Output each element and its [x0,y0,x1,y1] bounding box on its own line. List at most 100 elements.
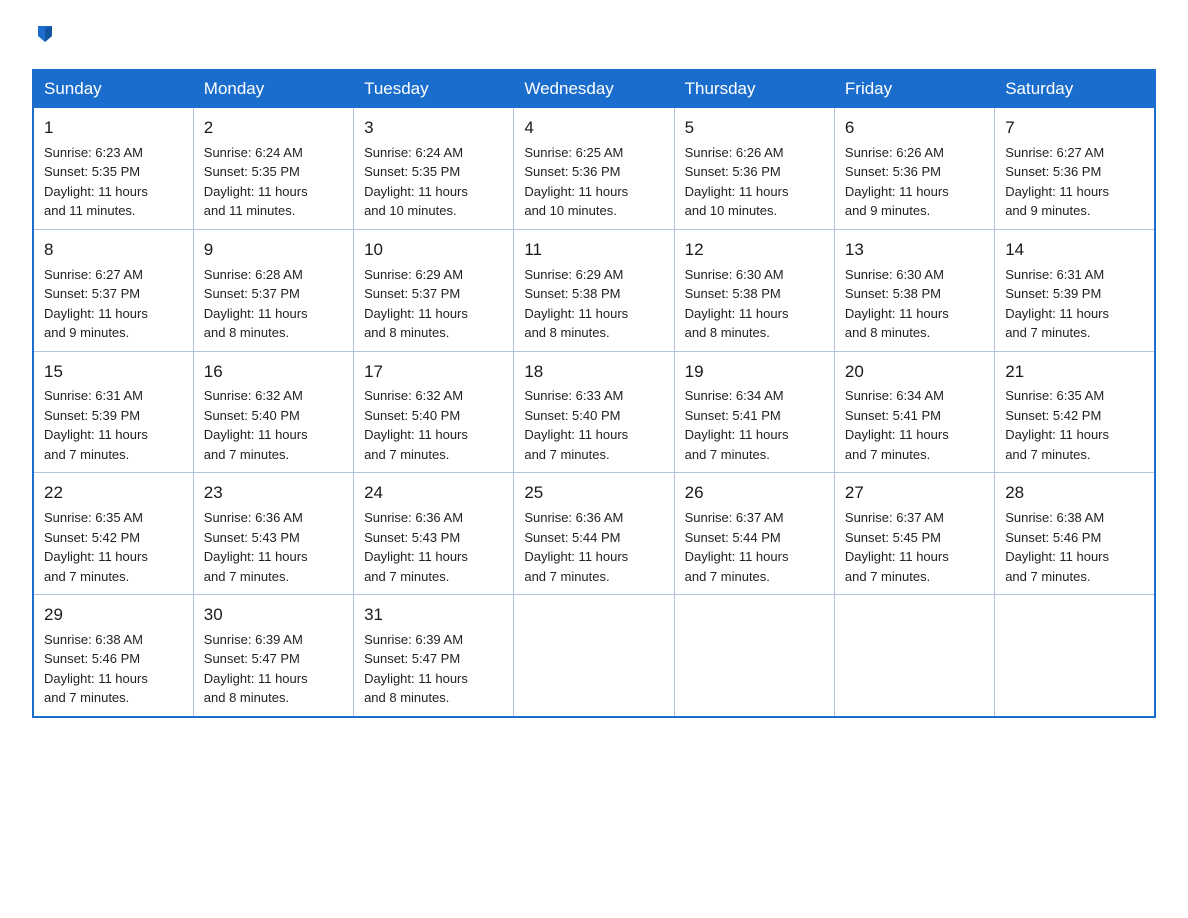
calendar-cell: 11 Sunrise: 6:29 AMSunset: 5:38 PMDaylig… [514,229,674,351]
day-info: Sunrise: 6:38 AMSunset: 5:46 PMDaylight:… [1005,510,1109,584]
calendar-cell: 7 Sunrise: 6:27 AMSunset: 5:36 PMDayligh… [995,108,1155,230]
calendar-cell: 26 Sunrise: 6:37 AMSunset: 5:44 PMDaylig… [674,473,834,595]
calendar-cell: 13 Sunrise: 6:30 AMSunset: 5:38 PMDaylig… [834,229,994,351]
day-number: 18 [524,360,663,384]
day-info: Sunrise: 6:37 AMSunset: 5:45 PMDaylight:… [845,510,949,584]
day-number: 24 [364,481,503,505]
day-number: 9 [204,238,343,262]
day-info: Sunrise: 6:32 AMSunset: 5:40 PMDaylight:… [204,388,308,462]
day-info: Sunrise: 6:29 AMSunset: 5:37 PMDaylight:… [364,267,468,341]
calendar-table: SundayMondayTuesdayWednesdayThursdayFrid… [32,69,1156,718]
day-info: Sunrise: 6:29 AMSunset: 5:38 PMDaylight:… [524,267,628,341]
day-number: 21 [1005,360,1144,384]
day-info: Sunrise: 6:34 AMSunset: 5:41 PMDaylight:… [685,388,789,462]
day-number: 15 [44,360,183,384]
calendar-cell: 6 Sunrise: 6:26 AMSunset: 5:36 PMDayligh… [834,108,994,230]
page-header [32,24,1156,51]
day-number: 20 [845,360,984,384]
calendar-cell: 22 Sunrise: 6:35 AMSunset: 5:42 PMDaylig… [33,473,193,595]
day-number: 31 [364,603,503,627]
calendar-cell: 2 Sunrise: 6:24 AMSunset: 5:35 PMDayligh… [193,108,353,230]
day-number: 26 [685,481,824,505]
day-info: Sunrise: 6:31 AMSunset: 5:39 PMDaylight:… [1005,267,1109,341]
calendar-cell: 1 Sunrise: 6:23 AMSunset: 5:35 PMDayligh… [33,108,193,230]
weekday-header-wednesday: Wednesday [514,70,674,108]
weekday-header-saturday: Saturday [995,70,1155,108]
calendar-cell: 10 Sunrise: 6:29 AMSunset: 5:37 PMDaylig… [354,229,514,351]
calendar-cell: 19 Sunrise: 6:34 AMSunset: 5:41 PMDaylig… [674,351,834,473]
calendar-cell: 25 Sunrise: 6:36 AMSunset: 5:44 PMDaylig… [514,473,674,595]
calendar-cell: 31 Sunrise: 6:39 AMSunset: 5:47 PMDaylig… [354,595,514,717]
day-info: Sunrise: 6:34 AMSunset: 5:41 PMDaylight:… [845,388,949,462]
calendar-cell: 30 Sunrise: 6:39 AMSunset: 5:47 PMDaylig… [193,595,353,717]
day-number: 22 [44,481,183,505]
calendar-cell: 5 Sunrise: 6:26 AMSunset: 5:36 PMDayligh… [674,108,834,230]
day-info: Sunrise: 6:38 AMSunset: 5:46 PMDaylight:… [44,632,148,706]
day-info: Sunrise: 6:27 AMSunset: 5:36 PMDaylight:… [1005,145,1109,219]
day-info: Sunrise: 6:35 AMSunset: 5:42 PMDaylight:… [44,510,148,584]
weekday-header-sunday: Sunday [33,70,193,108]
week-row-5: 29 Sunrise: 6:38 AMSunset: 5:46 PMDaylig… [33,595,1155,717]
day-info: Sunrise: 6:26 AMSunset: 5:36 PMDaylight:… [685,145,789,219]
calendar-cell [834,595,994,717]
calendar-cell: 23 Sunrise: 6:36 AMSunset: 5:43 PMDaylig… [193,473,353,595]
calendar-cell [995,595,1155,717]
calendar-cell: 15 Sunrise: 6:31 AMSunset: 5:39 PMDaylig… [33,351,193,473]
day-info: Sunrise: 6:33 AMSunset: 5:40 PMDaylight:… [524,388,628,462]
day-number: 3 [364,116,503,140]
calendar-cell: 29 Sunrise: 6:38 AMSunset: 5:46 PMDaylig… [33,595,193,717]
weekday-header-row: SundayMondayTuesdayWednesdayThursdayFrid… [33,70,1155,108]
day-number: 25 [524,481,663,505]
day-number: 28 [1005,481,1144,505]
logo-area [32,24,58,51]
day-number: 5 [685,116,824,140]
calendar-cell: 28 Sunrise: 6:38 AMSunset: 5:46 PMDaylig… [995,473,1155,595]
week-row-3: 15 Sunrise: 6:31 AMSunset: 5:39 PMDaylig… [33,351,1155,473]
day-info: Sunrise: 6:31 AMSunset: 5:39 PMDaylight:… [44,388,148,462]
day-number: 27 [845,481,984,505]
day-info: Sunrise: 6:36 AMSunset: 5:44 PMDaylight:… [524,510,628,584]
day-info: Sunrise: 6:28 AMSunset: 5:37 PMDaylight:… [204,267,308,341]
calendar-cell: 18 Sunrise: 6:33 AMSunset: 5:40 PMDaylig… [514,351,674,473]
calendar-cell: 21 Sunrise: 6:35 AMSunset: 5:42 PMDaylig… [995,351,1155,473]
day-info: Sunrise: 6:36 AMSunset: 5:43 PMDaylight:… [364,510,468,584]
day-info: Sunrise: 6:24 AMSunset: 5:35 PMDaylight:… [364,145,468,219]
weekday-header-tuesday: Tuesday [354,70,514,108]
calendar-cell: 3 Sunrise: 6:24 AMSunset: 5:35 PMDayligh… [354,108,514,230]
calendar-cell: 17 Sunrise: 6:32 AMSunset: 5:40 PMDaylig… [354,351,514,473]
day-number: 23 [204,481,343,505]
day-info: Sunrise: 6:30 AMSunset: 5:38 PMDaylight:… [685,267,789,341]
day-number: 2 [204,116,343,140]
calendar-cell: 27 Sunrise: 6:37 AMSunset: 5:45 PMDaylig… [834,473,994,595]
weekday-header-monday: Monday [193,70,353,108]
weekday-header-friday: Friday [834,70,994,108]
day-info: Sunrise: 6:25 AMSunset: 5:36 PMDaylight:… [524,145,628,219]
day-number: 6 [845,116,984,140]
week-row-1: 1 Sunrise: 6:23 AMSunset: 5:35 PMDayligh… [33,108,1155,230]
day-info: Sunrise: 6:37 AMSunset: 5:44 PMDaylight:… [685,510,789,584]
day-number: 7 [1005,116,1144,140]
weekday-header-thursday: Thursday [674,70,834,108]
calendar-cell: 20 Sunrise: 6:34 AMSunset: 5:41 PMDaylig… [834,351,994,473]
logo [32,24,58,51]
calendar-cell [674,595,834,717]
day-number: 19 [685,360,824,384]
day-info: Sunrise: 6:23 AMSunset: 5:35 PMDaylight:… [44,145,148,219]
day-info: Sunrise: 6:27 AMSunset: 5:37 PMDaylight:… [44,267,148,341]
calendar-cell: 8 Sunrise: 6:27 AMSunset: 5:37 PMDayligh… [33,229,193,351]
day-number: 29 [44,603,183,627]
day-number: 8 [44,238,183,262]
calendar-cell: 9 Sunrise: 6:28 AMSunset: 5:37 PMDayligh… [193,229,353,351]
week-row-4: 22 Sunrise: 6:35 AMSunset: 5:42 PMDaylig… [33,473,1155,595]
week-row-2: 8 Sunrise: 6:27 AMSunset: 5:37 PMDayligh… [33,229,1155,351]
day-info: Sunrise: 6:26 AMSunset: 5:36 PMDaylight:… [845,145,949,219]
logo-arrow-icon [34,22,56,49]
day-info: Sunrise: 6:24 AMSunset: 5:35 PMDaylight:… [204,145,308,219]
day-number: 12 [685,238,824,262]
day-number: 14 [1005,238,1144,262]
day-info: Sunrise: 6:36 AMSunset: 5:43 PMDaylight:… [204,510,308,584]
day-number: 13 [845,238,984,262]
day-number: 10 [364,238,503,262]
calendar-cell [514,595,674,717]
day-info: Sunrise: 6:39 AMSunset: 5:47 PMDaylight:… [364,632,468,706]
